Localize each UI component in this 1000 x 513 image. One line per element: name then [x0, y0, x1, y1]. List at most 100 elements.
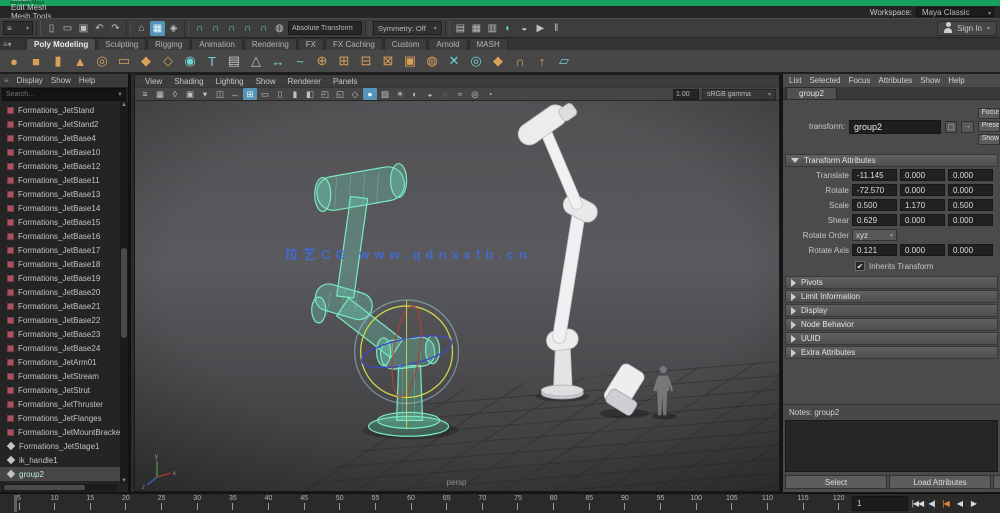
outliner-item[interactable]: Formations_JetBase22 — [0, 313, 120, 327]
outliner-item[interactable]: Formations_JetBase13 — [0, 187, 120, 201]
attribute-editor-menu-item[interactable]: Selected — [809, 76, 840, 85]
outliner-item[interactable]: Formations_JetStream — [0, 369, 120, 383]
scrollbar-thumb[interactable] — [121, 248, 127, 338]
filter-icon[interactable]: ▼ — [117, 92, 123, 98]
viewport-menu-item[interactable]: Panels — [327, 77, 363, 86]
snap-icon[interactable]: ∩ — [256, 21, 271, 36]
viewport-toolbar-icon[interactable]: ▨ — [378, 88, 392, 100]
viewport-toolbar-icon[interactable]: ◱ — [333, 88, 347, 100]
shelf-tab[interactable]: FX Caching — [325, 38, 383, 50]
viewport-menu-item[interactable]: Lighting — [210, 77, 250, 86]
outliner-item[interactable]: Formations_JetBase19 — [0, 271, 120, 285]
shelf-tool-icon[interactable]: ■ — [26, 51, 46, 71]
outliner-item[interactable]: group2 — [0, 467, 120, 481]
shelf-tool-icon[interactable]: ◆ — [136, 51, 156, 71]
attribute-editor-menu-item[interactable]: List — [789, 76, 801, 85]
outliner-item[interactable]: ik_handle1 — [0, 453, 120, 467]
scrollbar-thumb[interactable] — [4, 485, 85, 490]
shelf-tool-icon[interactable]: ⊟ — [356, 51, 376, 71]
attribute-y-field[interactable] — [900, 214, 945, 226]
viewport-menu-item[interactable]: Show — [250, 77, 282, 86]
viewport-toolbar-icon[interactable]: ▭ — [258, 88, 272, 100]
section-header-transform[interactable]: Transform Attributes — [785, 154, 998, 167]
shelf-tool-icon[interactable]: ▣ — [400, 51, 420, 71]
attribute-y-field[interactable] — [900, 169, 945, 181]
focus-button[interactable]: Focus — [978, 108, 1000, 119]
rotate-axis-x-field[interactable] — [852, 244, 897, 256]
shelf-tool-icon[interactable]: △ — [246, 51, 266, 71]
selection-mode-icon[interactable]: ◈ — [166, 21, 181, 36]
shelf-tool-icon[interactable]: ▤ — [224, 51, 244, 71]
attribute-x-field[interactable] — [852, 169, 897, 181]
shelf-tool-icon[interactable]: ↔ — [268, 51, 288, 71]
attribute-x-field[interactable] — [852, 199, 897, 211]
show-hide-button[interactable]: Show — [978, 134, 1000, 145]
attribute-editor-menu-item[interactable]: Help — [948, 76, 964, 85]
panel-menu-icon[interactable]: ≡ — [4, 76, 9, 85]
collapsed-section-header[interactable]: Extra Attributes — [785, 346, 998, 359]
render-toolbar-icon[interactable]: ▥ — [485, 21, 500, 36]
toolbar-separator[interactable] — [126, 21, 131, 36]
attribute-z-field[interactable] — [948, 169, 993, 181]
viewport-toolbar-icon[interactable]: ◊ — [168, 88, 182, 100]
viewport-toolbar-icon[interactable]: ▾ — [198, 88, 212, 100]
snap-icon[interactable]: ∩ — [240, 21, 255, 36]
render-toolbar-icon[interactable]: ‖ — [549, 21, 564, 36]
shelf-tool-icon[interactable]: ~ — [290, 51, 310, 71]
outliner-item[interactable]: Formations_JetBase11 — [0, 173, 120, 187]
outliner-item[interactable]: Formations_JetStage1 — [0, 439, 120, 453]
shelf-tool-icon[interactable]: ⊞ — [334, 51, 354, 71]
outliner-item[interactable]: Formations_JetBase14 — [0, 201, 120, 215]
collapsed-section-header[interactable]: UUID — [785, 332, 998, 345]
outliner-item[interactable]: Formations_JetStand — [0, 103, 120, 117]
outliner-item[interactable]: Formations_JetMountBrackets — [0, 425, 120, 439]
render-toolbar-icon[interactable]: ▤ — [453, 21, 468, 36]
scroll-down-icon[interactable]: ▼ — [121, 478, 127, 484]
file-toolbar-icon[interactable]: ▣ — [76, 21, 91, 36]
attribute-editor-button[interactable]: Select — [785, 475, 887, 489]
file-toolbar-icon[interactable]: ↷ — [108, 21, 123, 36]
toolbar-separator[interactable] — [184, 21, 189, 36]
menu-item[interactable]: Edit Mesh — [6, 3, 64, 12]
viewport-toolbar-icon[interactable]: ▦ — [153, 88, 167, 100]
attribute-x-field[interactable] — [852, 214, 897, 226]
viewport-toolbar-icon[interactable]: ☀ — [393, 88, 407, 100]
snap-icon[interactable]: ∩ — [208, 21, 223, 36]
outliner-item[interactable]: Formations_JetBase23 — [0, 327, 120, 341]
shelf-tool-icon[interactable]: ◇ — [158, 51, 178, 71]
collapsed-section-header[interactable]: Limit Information — [785, 290, 998, 303]
viewport-toolbar-icon[interactable]: ▣ — [183, 88, 197, 100]
outliner-item[interactable]: Formations_JetBase12 — [0, 159, 120, 173]
attribute-z-field[interactable] — [948, 199, 993, 211]
transport-button[interactable]: ▶ — [967, 496, 980, 511]
shelf-tool-icon[interactable]: ◎ — [466, 51, 486, 71]
attribute-editor-menu-item[interactable]: Focus — [849, 76, 871, 85]
sign-in-button[interactable]: Sign In ▾ — [937, 21, 997, 36]
shelf-tab[interactable]: Animation — [191, 38, 243, 50]
menu-set-selector[interactable]: ≡ ▾ — [3, 21, 33, 35]
outliner-item[interactable]: Formations_JetBase10 — [0, 145, 120, 159]
render-toolbar-icon[interactable]: ◐ — [501, 21, 516, 36]
toolbar-separator[interactable] — [445, 21, 450, 36]
collapsed-section-header[interactable]: Node Behavior — [785, 318, 998, 331]
shelf-tool-icon[interactable]: ● — [4, 51, 24, 71]
workspace-dropdown[interactable]: Maya Classic ▾ — [916, 7, 994, 17]
shelf-tab[interactable]: Rendering — [244, 38, 297, 50]
shelf-tool-icon[interactable]: ▮ — [48, 51, 68, 71]
viewport-menu-item[interactable]: Shading — [168, 77, 209, 86]
outliner-item[interactable]: Formations_JetBase24 — [0, 341, 120, 355]
attribute-y-field[interactable] — [900, 199, 945, 211]
outliner-item[interactable]: Formations_JetBase20 — [0, 285, 120, 299]
render-toolbar-icon[interactable]: ▶ — [533, 21, 548, 36]
current-frame-field[interactable] — [852, 496, 908, 511]
view-transform-dropdown[interactable]: sRGB gamma ▾ — [702, 89, 776, 100]
outliner-menu-item[interactable]: Show — [51, 76, 71, 85]
rotate-axis-z-field[interactable] — [948, 244, 993, 256]
attribute-z-field[interactable] — [948, 184, 993, 196]
viewport-menu-item[interactable]: Renderer — [282, 77, 327, 86]
snap-icon[interactable]: ∩ — [192, 21, 207, 36]
shelf-tab[interactable]: MASH — [469, 38, 508, 50]
outliner-item[interactable]: Formations_JetBase17 — [0, 243, 120, 257]
toolbar-separator[interactable] — [36, 21, 41, 36]
attribute-editor-button[interactable]: Load Attributes — [889, 475, 991, 489]
